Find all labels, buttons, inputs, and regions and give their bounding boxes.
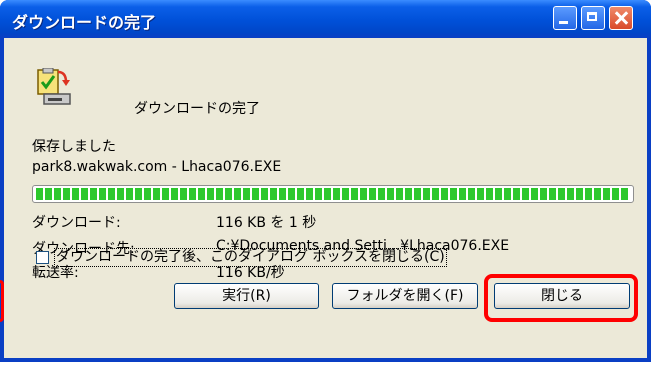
detail-label-downloaded: ダウンロード:	[32, 215, 121, 231]
window-title: ダウンロードの完了	[12, 13, 157, 32]
close-on-complete-label[interactable]: ダウンロードの完了後、このダイアログ ボックスを閉じる(C)	[54, 248, 447, 267]
close-icon[interactable]	[609, 6, 633, 30]
minimize-icon[interactable]	[553, 6, 577, 30]
run-button[interactable]: 実行(R)	[174, 283, 319, 309]
download-complete-icon	[37, 68, 71, 105]
progress-fill	[36, 188, 630, 200]
maximize-icon[interactable]	[581, 6, 605, 30]
close-on-complete-checkbox[interactable]	[36, 251, 49, 264]
saved-text: 保存しました	[32, 139, 116, 155]
title-bar[interactable]: ダウンロードの完了	[0, 0, 651, 38]
download-progress-bar	[32, 185, 634, 203]
detail-value-downloaded: 116 KB を 1 秒	[216, 215, 317, 231]
header-label: ダウンロードの完了	[134, 101, 260, 117]
open-folder-button[interactable]: フォルダを開く(F)	[332, 283, 478, 309]
filename-text: park8.wakwak.com - Lhaca076.EXE	[32, 159, 282, 175]
annotation-edge-marker	[0, 280, 4, 322]
close-button-highlight	[484, 274, 638, 322]
